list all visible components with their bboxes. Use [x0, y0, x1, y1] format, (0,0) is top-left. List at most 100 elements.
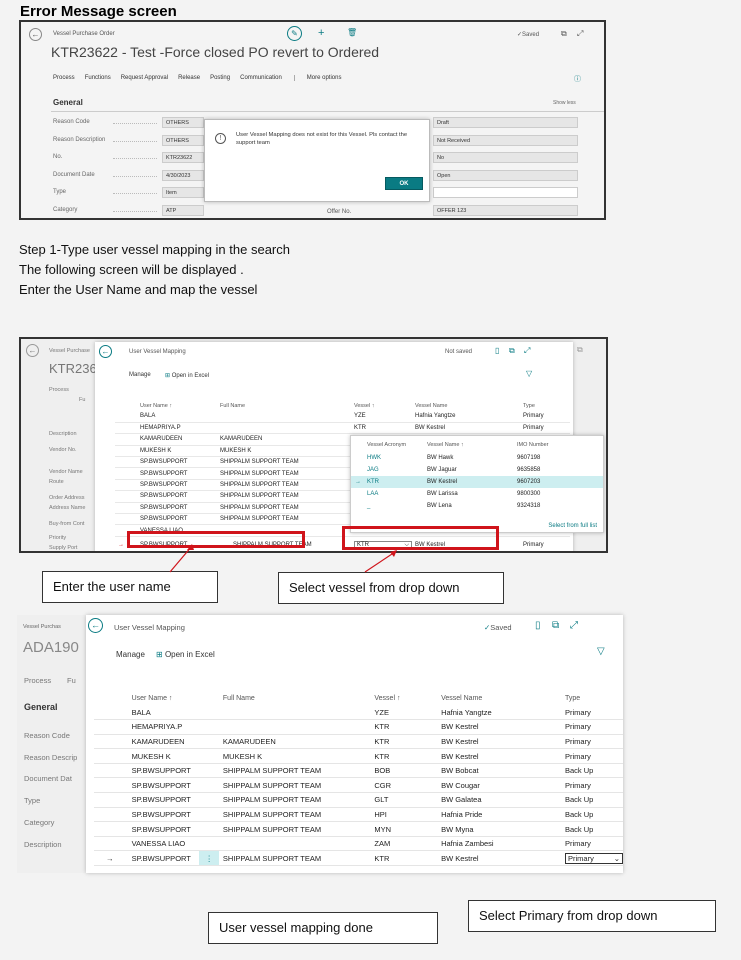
open-in-excel-button[interactable]: ⊞ Open in Excel: [165, 372, 209, 379]
menu-item[interactable]: Posting: [210, 75, 230, 81]
field-value[interactable]: Not Received: [433, 134, 578, 146]
field-value[interactable]: [433, 187, 578, 198]
col-vessel-acronym[interactable]: Vessel Acronym: [363, 438, 423, 452]
cell-type[interactable]: Primary: [520, 422, 570, 435]
cell-vessel[interactable]: BOB: [370, 763, 438, 779]
cell-full[interactable]: [218, 705, 371, 721]
menu-item[interactable]: Communication: [240, 75, 282, 81]
cell-full[interactable]: [218, 719, 371, 735]
cell-type[interactable]: Primary: [561, 734, 623, 750]
cell-vname[interactable]: BW Galatea: [437, 792, 561, 808]
cell-full[interactable]: [218, 836, 371, 852]
back-icon[interactable]: ←: [99, 345, 112, 358]
cell-vname[interactable]: BW Cougar: [437, 777, 561, 794]
lookup-row[interactable]: _ BW Lena 9324318: [351, 500, 603, 512]
col-imo-number[interactable]: IMO Number: [513, 438, 603, 452]
cell-type[interactable]: Primary: [561, 705, 623, 721]
cell-vessel[interactable]: KTR: [351, 422, 412, 435]
cell-type[interactable]: Primary: [520, 411, 570, 423]
show-less-link[interactable]: Show less: [553, 100, 576, 106]
cell-user[interactable]: SP.BWSUPPORT: [127, 792, 200, 808]
cell-acronym[interactable]: JAG: [363, 464, 423, 476]
cell-name[interactable]: BW Hawk: [423, 452, 513, 464]
col-full-name[interactable]: Full Name: [219, 691, 370, 705]
cell-full[interactable]: MUKESH K: [217, 445, 351, 458]
cell-user[interactable]: SP.BWSUPPORT: [127, 807, 200, 823]
cell-type[interactable]: Back Up: [561, 807, 623, 823]
open-new-window-icon[interactable]: ⧉: [552, 620, 559, 631]
table-row[interactable]: KAMARUDEEN KAMARUDEEN KTR BW Kestrel Primary: [94, 734, 623, 750]
cell-type-select[interactable]: Primary ⌄: [561, 850, 623, 867]
cell-acronym[interactable]: LAA: [363, 488, 423, 500]
cell-user[interactable]: SP.BWSUPPORT: [137, 467, 217, 480]
filter-icon[interactable]: ▽: [526, 369, 532, 378]
lookup-row[interactable]: → KTR BW Kestrel 9607203: [351, 476, 603, 488]
filter-icon[interactable]: ▽: [597, 646, 605, 657]
cell-name[interactable]: BW Kestrel: [423, 476, 513, 488]
cell-full[interactable]: SHIPPALM SUPPORT TEAM: [218, 763, 371, 779]
cell-user[interactable]: SP.BWSUPPORT: [127, 763, 200, 779]
cell-imo[interactable]: 9800300: [513, 488, 603, 500]
cell-name[interactable]: BW Larissa: [423, 488, 513, 500]
cell-full[interactable]: SHIPPALM SUPPORT TEAM: [218, 807, 371, 823]
cell-user[interactable]: SP.BWSUPPORT: [127, 821, 200, 837]
table-row[interactable]: SP.BWSUPPORT SHIPPALM SUPPORT TEAM BOB BW B…: [94, 763, 623, 779]
cell-full[interactable]: SHIPPALM SUPPORT TEAM: [217, 467, 351, 480]
cell-type[interactable]: Back Up: [561, 821, 623, 837]
cell-user[interactable]: SP.BWSUPPORT: [137, 490, 217, 503]
col-user-name[interactable]: User Name ↑: [128, 691, 200, 705]
row-menu-icon[interactable]: ⋮: [199, 850, 219, 867]
cell-vname[interactable]: BW Kestrel: [437, 850, 561, 867]
field-value[interactable]: KTR23622: [162, 152, 204, 163]
col-vessel-name[interactable]: Vessel Name: [412, 400, 520, 411]
cell-full[interactable]: SHIPPALM SUPPORT TEAM: [218, 777, 371, 794]
delete-icon[interactable]: 🗑: [347, 28, 357, 37]
manage-tab[interactable]: Manage: [129, 372, 151, 378]
cell-vessel[interactable]: KTR: [370, 719, 438, 735]
cell-user[interactable]: VANESSA LIAO: [127, 836, 200, 852]
select-full-list-link[interactable]: Select from full list: [548, 523, 597, 529]
bookmark-icon[interactable]: ▯: [495, 346, 499, 355]
col-vessel[interactable]: Vessel ↑: [370, 691, 437, 705]
cell-vname[interactable]: Hafnia Zambesi: [437, 836, 561, 852]
cell-name[interactable]: BW Lena: [423, 500, 513, 512]
cell-vessel[interactable]: YZE: [351, 411, 412, 423]
table-row[interactable]: BALA YZE Hafnia Yangtze Primary: [94, 705, 623, 721]
table-row[interactable]: HEMAPRIYA.P KTR BW Kestrel Primary: [94, 719, 623, 735]
cell-user[interactable]: SP.BWSUPPORT: [137, 502, 217, 515]
table-row[interactable]: SP.BWSUPPORT SHIPPALM SUPPORT TEAM MYN BW M…: [94, 821, 623, 837]
expand-icon[interactable]: ⤢: [577, 29, 583, 39]
cell-user[interactable]: MUKESH K: [137, 445, 217, 458]
cell-type[interactable]: Back Up: [561, 792, 623, 808]
cell-vessel[interactable]: ZAM: [370, 836, 438, 852]
cell-vname[interactable]: Hafnia Yangtze: [412, 411, 520, 423]
col-vessel-name[interactable]: Vessel Name: [437, 691, 561, 705]
table-row[interactable]: BALA YZE Hafnia Yangtze Primary: [115, 411, 570, 423]
cell-name[interactable]: BW Jaguar: [423, 464, 513, 476]
field-value[interactable]: OTHERS: [162, 134, 204, 146]
cell-user[interactable]: KAMARUDEEN: [137, 433, 217, 446]
cell-full[interactable]: SHIPPALM SUPPORT TEAM: [217, 513, 351, 526]
cell-user[interactable]: BALA: [137, 411, 217, 423]
back-icon[interactable]: ←: [26, 344, 39, 357]
cell-vname[interactable]: BW Kestrel: [437, 748, 561, 764]
cell-vessel[interactable]: KTR: [370, 748, 438, 764]
cell-vname[interactable]: Hafnia Yangtze: [437, 705, 561, 721]
col-type[interactable]: Type: [520, 400, 570, 411]
cell-user[interactable]: SP.BWSUPPORT: [137, 513, 217, 526]
cell-vessel[interactable]: MYN: [370, 821, 438, 837]
table-row[interactable]: SP.BWSUPPORT SHIPPALM SUPPORT TEAM HPI Hafn…: [94, 807, 623, 823]
cell-acronym[interactable]: KTR: [363, 476, 423, 488]
cell-vname[interactable]: BW Kestrel: [437, 719, 561, 735]
menu-item[interactable]: Request Approval: [121, 75, 168, 81]
cell-full[interactable]: MUKESH K: [218, 748, 371, 764]
table-row[interactable]: MUKESH K MUKESH K KTR BW Kestrel Primary: [94, 748, 623, 764]
cell-full[interactable]: SHIPPALM SUPPORT TEAM: [217, 490, 351, 503]
edit-icon[interactable]: ✎: [287, 26, 302, 41]
cell-user[interactable]: KAMARUDEEN: [127, 734, 200, 750]
cell-user[interactable]: SP.BWSUPPORT: [137, 456, 217, 469]
col-vessel[interactable]: Vessel ↑: [351, 400, 412, 411]
cell-user[interactable]: SP.BWSUPPORT: [137, 479, 217, 492]
bookmark-icon[interactable]: ▯: [535, 620, 541, 631]
table-row[interactable]: SP.BWSUPPORT SHIPPALM SUPPORT TEAM CGR BW C…: [94, 777, 623, 794]
